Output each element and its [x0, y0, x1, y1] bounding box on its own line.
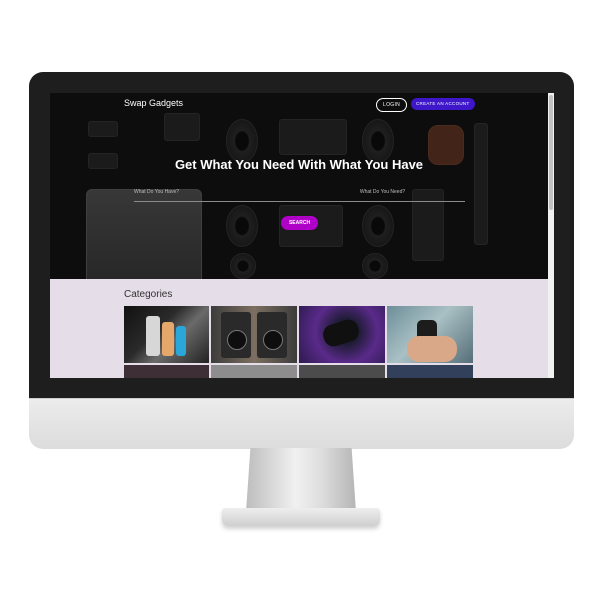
category-tile-computers[interactable]	[387, 365, 473, 378]
scrollbar-thumb[interactable]	[549, 95, 553, 210]
hero-section: Swap Gadgets LOGIN CREATE AN ACCOUNT Get…	[50, 93, 548, 279]
create-account-button[interactable]: CREATE AN ACCOUNT	[411, 98, 475, 110]
phone-image	[146, 316, 160, 356]
phone-image	[176, 326, 186, 356]
category-tile-speakers[interactable]	[211, 306, 297, 363]
category-tile-gaming[interactable]	[299, 306, 385, 363]
categories-title: Categories	[124, 289, 173, 300]
hero-overlay	[50, 93, 548, 279]
category-tile-audio[interactable]	[299, 365, 385, 378]
speaker-cone-icon	[227, 330, 247, 350]
page-scrollbar[interactable]	[548, 93, 554, 378]
monitor-stand-foot	[222, 508, 380, 526]
phone-image	[162, 322, 174, 356]
login-button[interactable]: LOGIN	[376, 98, 408, 112]
hero-headline: Get What You Need With What You Have	[174, 157, 424, 172]
browser-viewport: Swap Gadgets LOGIN CREATE AN ACCOUNT Get…	[50, 93, 554, 378]
category-tile-cameras[interactable]	[211, 365, 297, 378]
category-tile-smartwatch[interactable]	[387, 306, 473, 363]
speaker-cone-icon	[263, 330, 283, 350]
category-tile-accessories[interactable]	[124, 365, 209, 378]
controller-image	[320, 316, 362, 350]
need-input[interactable]: What Do You Need?	[300, 189, 465, 201]
monitor-stand-neck	[246, 448, 356, 512]
input-underline	[134, 201, 465, 202]
category-tile-phones[interactable]	[124, 306, 209, 363]
monitor-chin	[29, 398, 574, 449]
have-input[interactable]: What Do You Have?	[134, 189, 284, 201]
brand-logo[interactable]: Swap Gadgets	[124, 98, 183, 108]
hand-image	[407, 336, 457, 362]
search-button[interactable]: SEARCH	[281, 216, 318, 230]
